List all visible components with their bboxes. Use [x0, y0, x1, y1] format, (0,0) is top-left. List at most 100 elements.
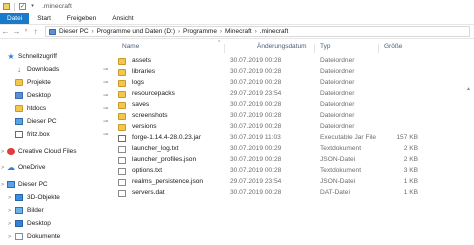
file-date: 29.07.2019 23:54	[230, 90, 282, 97]
file-row-launcher-profiles[interactable]: launcher_profiles.json 30.07.2019 00:28 …	[114, 155, 474, 166]
column-header-name[interactable]: Name	[122, 43, 139, 53]
breadcrumb-minecraft[interactable]: Minecraft	[225, 28, 252, 35]
recent-locations-button[interactable]: ˅	[22, 25, 30, 38]
file-name: launcher_profiles.json	[132, 156, 197, 163]
breadcrumb-dot-minecraft[interactable]: .minecraft	[260, 28, 289, 35]
nav-item-desktop-pinned[interactable]: Desktop ⊸	[0, 90, 114, 101]
nav-item-label: 3D-Objekte	[27, 194, 60, 201]
nav-item-label: Desktop	[27, 92, 51, 99]
file-row-resourcepacks[interactable]: resourcepacks 29.07.2019 23:54 Dateiordn…	[114, 89, 474, 100]
file-type: Dateiordner	[320, 101, 355, 108]
back-button[interactable]: ←	[0, 25, 11, 38]
nav-item-3d-objects[interactable]: > 3D-Objekte	[0, 192, 114, 203]
file-row-libraries[interactable]: libraries 30.07.2019 00:28 Dateiordner	[114, 67, 474, 78]
nav-item-onedrive[interactable]: > ☁ OneDrive	[0, 162, 114, 173]
properties-check-icon[interactable]: ✓	[19, 3, 26, 10]
file-date: 30.07.2019 00:29	[230, 145, 282, 152]
tab-freigeben[interactable]: Freigeben	[59, 13, 104, 24]
file-row-options[interactable]: options.txt 30.07.2019 00:28 Textdokumen…	[114, 166, 474, 177]
nav-item-projekte[interactable]: Projekte ⊸	[0, 77, 114, 88]
file-name: options.txt	[132, 167, 163, 174]
nav-item-label: Downloads	[27, 66, 60, 73]
folder-icon[interactable]	[3, 3, 10, 10]
computer-icon	[15, 118, 23, 125]
file-list: Name ^ Änderungsdatum Typ Größe ▲ assets…	[114, 40, 474, 245]
file-date: 30.07.2019 00:28	[230, 68, 282, 75]
file-name: libraries	[132, 68, 156, 75]
address-field[interactable]: Dieser PC › Programme und Daten (D:) › P…	[45, 26, 470, 37]
column-header-size[interactable]: Größe	[384, 43, 402, 53]
tab-datei[interactable]: Datei	[0, 13, 30, 24]
file-date: 30.07.2019 00:28	[230, 101, 282, 108]
folder-icon	[15, 105, 23, 112]
nav-item-this-pc[interactable]: > Dieser PC	[0, 179, 114, 190]
folder-icon	[118, 124, 126, 131]
file-row-saves[interactable]: saves 30.07.2019 00:28 Dateiordner	[114, 100, 474, 111]
nav-item-label: Creative Cloud Files	[18, 148, 77, 155]
text-file-icon	[118, 157, 126, 164]
file-name: logs	[132, 79, 145, 86]
file-row-screenshots[interactable]: screenshots 30.07.2019 00:28 Dateiordner	[114, 111, 474, 122]
pin-icon: ⊸	[103, 67, 109, 73]
file-name: forge-1.14.4-28.0.23.jar	[132, 134, 201, 141]
nav-item-this-pc-pinned[interactable]: Dieser PC ⊸	[0, 116, 114, 127]
nav-item-quick-access[interactable]: ★ Schnellzugriff	[0, 51, 114, 62]
folder-icon	[118, 102, 126, 109]
up-button[interactable]: ↑	[30, 25, 41, 38]
file-row-forge-jar[interactable]: forge-1.14.4-28.0.23.jar 30.07.2019 11:0…	[114, 133, 474, 144]
pin-icon: ⊸	[103, 106, 109, 112]
file-date: 30.07.2019 00:28	[230, 167, 282, 174]
creative-cloud-icon	[7, 148, 15, 155]
file-date: 30.07.2019 00:28	[230, 156, 282, 163]
nav-item-label: htdocs	[27, 105, 47, 112]
chevron-right-icon[interactable]: ›	[92, 29, 94, 35]
nav-item-downloads[interactable]: ↓ Downloads ⊸	[0, 64, 114, 75]
breadcrumb-dieser-pc[interactable]: Dieser PC	[59, 28, 89, 35]
expand-arrow-icon[interactable]: >	[8, 195, 11, 201]
chevron-right-icon[interactable]: ›	[178, 29, 180, 35]
nav-item-desktop[interactable]: > Desktop	[0, 218, 114, 229]
expand-arrow-icon[interactable]: >	[8, 208, 11, 214]
file-row-versions[interactable]: versions 30.07.2019 00:28 Dateiordner	[114, 122, 474, 133]
nav-item-htdocs[interactable]: htdocs ⊸	[0, 103, 114, 114]
documents-icon	[15, 233, 23, 240]
nav-item-pictures[interactable]: > Bilder	[0, 205, 114, 216]
nav-item-fritz-box[interactable]: fritz.box ⊸	[0, 129, 114, 140]
column-header-date[interactable]: Änderungsdatum	[257, 43, 307, 53]
address-bar: ← → ˅ ↑ Dieser PC › Programme und Daten …	[0, 24, 474, 39]
breadcrumb-drive-d[interactable]: Programme und Daten (D:)	[97, 28, 175, 35]
file-type: Textdokument	[320, 167, 362, 174]
file-row-assets[interactable]: assets 30.07.2019 00:28 Dateiordner	[114, 56, 474, 67]
file-name: resourcepacks	[132, 90, 175, 97]
quick-access-dropdown-icon[interactable]: ▾	[29, 3, 36, 10]
nav-item-documents[interactable]: > Dokumente	[0, 231, 114, 242]
file-size: 2 KB	[403, 156, 418, 163]
file-row-realms-persistence[interactable]: realms_persistence.json 29.07.2019 23:54…	[114, 177, 474, 188]
file-size: 1 KB	[403, 189, 418, 196]
title-separator	[14, 2, 15, 11]
file-row-launcher-log[interactable]: launcher_log.txt 30.07.2019 00:29 Textdo…	[114, 144, 474, 155]
expand-arrow-icon[interactable]: >	[1, 149, 4, 155]
tab-ansicht[interactable]: Ansicht	[104, 13, 141, 24]
file-size: 3 KB	[403, 167, 418, 174]
chevron-right-icon[interactable]: ›	[255, 29, 257, 35]
file-type: JSON-Datei	[320, 156, 356, 163]
column-divider[interactable]	[224, 44, 225, 53]
column-header-type[interactable]: Typ	[320, 43, 330, 53]
expand-arrow-icon[interactable]: >	[8, 234, 11, 240]
chevron-right-icon[interactable]: ›	[220, 29, 222, 35]
file-date: 30.07.2019 00:28	[230, 57, 282, 64]
expand-arrow-icon[interactable]: >	[1, 165, 4, 171]
file-row-logs[interactable]: logs 30.07.2019 00:28 Dateiordner	[114, 78, 474, 89]
expand-arrow-icon[interactable]: >	[1, 182, 4, 188]
column-divider[interactable]	[378, 44, 379, 53]
nav-item-creative-cloud[interactable]: > Creative Cloud Files	[0, 146, 114, 157]
breadcrumb-programme[interactable]: Programme	[183, 28, 217, 35]
tab-start[interactable]: Start	[29, 13, 59, 24]
forward-button[interactable]: →	[11, 25, 22, 38]
file-name: realms_persistence.json	[132, 178, 204, 185]
file-row-servers-dat[interactable]: servers.dat 30.07.2019 00:28 DAT-Datei 1…	[114, 188, 474, 199]
expand-arrow-icon[interactable]: >	[8, 221, 11, 227]
file-type: Dateiordner	[320, 79, 355, 86]
column-divider[interactable]	[314, 44, 315, 53]
